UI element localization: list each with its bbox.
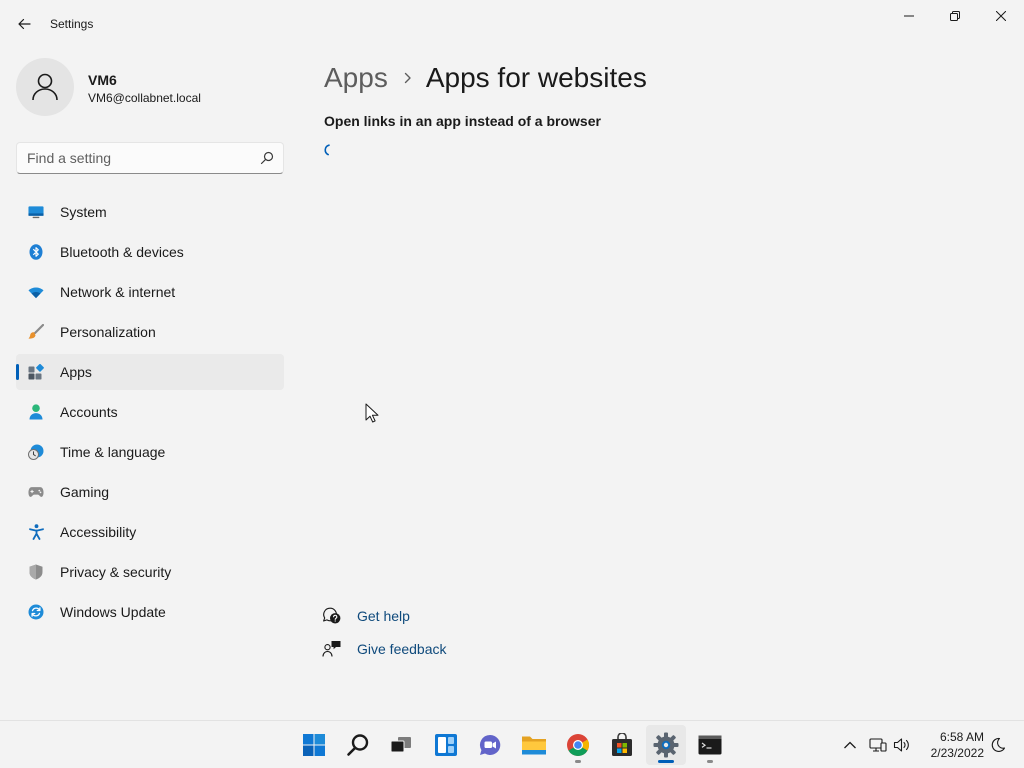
sidebar-item-label: Bluetooth & devices [60, 244, 184, 260]
taskbar-start-button[interactable] [294, 725, 334, 765]
show-hidden-icons-button[interactable] [838, 733, 862, 757]
widgets-icon [435, 734, 457, 756]
taskbar-search-button[interactable] [338, 725, 378, 765]
task-view-icon [390, 737, 411, 753]
sidebar-item-label: Accessibility [60, 524, 137, 540]
sidebar-item-apps[interactable]: Apps [16, 354, 284, 390]
sidebar-item-windows-update[interactable]: Windows Update [16, 594, 284, 630]
taskbar-settings-button[interactable] [646, 725, 686, 765]
sidebar-item-label: Network & internet [60, 284, 176, 300]
user-email: VM6@collabnet.local [88, 91, 201, 105]
volume-icon [893, 738, 909, 752]
get-help-label: Get help [357, 608, 410, 624]
minimize-icon [904, 15, 914, 17]
sidebar-item-label: Apps [60, 364, 92, 380]
sidebar-item-time-language[interactable]: Time & language [16, 434, 284, 470]
taskbar-widgets-button[interactable] [426, 725, 466, 765]
sidebar-item-personalization[interactable]: Personalization [16, 314, 284, 350]
search-box [16, 142, 284, 174]
back-button[interactable] [8, 10, 40, 38]
accounts-icon [28, 404, 44, 420]
taskbar-chat-button[interactable] [470, 725, 510, 765]
gear-icon [653, 732, 679, 758]
person-icon [32, 73, 58, 101]
apps-icon [28, 364, 44, 380]
taskbar: 6:58 AM 2/23/2022 [0, 720, 1024, 768]
help-icon [322, 607, 342, 625]
search-input[interactable] [17, 143, 253, 173]
sidebar-item-network[interactable]: Network & internet [16, 274, 284, 310]
chevron-up-icon [844, 741, 856, 749]
loading-spinner-icon [324, 144, 330, 156]
update-icon [28, 604, 44, 620]
section-subtitle: Open links in an app instead of a browse… [324, 113, 601, 129]
sidebar-item-system[interactable]: System [16, 194, 284, 230]
folder-icon [522, 736, 546, 755]
chat-icon [480, 734, 501, 755]
moon-icon [991, 737, 1006, 752]
running-indicator [575, 760, 581, 763]
close-icon [996, 11, 1006, 21]
clock-time: 6:58 AM [939, 730, 984, 744]
restore-button[interactable] [932, 0, 978, 32]
restore-icon [950, 11, 960, 21]
brush-icon [28, 324, 44, 340]
sidebar-item-label: Privacy & security [60, 564, 172, 580]
terminal-icon [698, 735, 722, 755]
network-icon [869, 738, 887, 752]
clock-globe-icon [28, 444, 44, 460]
sidebar-item-accounts[interactable]: Accounts [16, 394, 284, 430]
user-name: VM6 [88, 72, 117, 88]
bluetooth-icon [28, 244, 44, 260]
mouse-cursor-icon [365, 403, 379, 423]
window-title: Settings [50, 17, 94, 31]
network-status-button[interactable] [866, 733, 890, 757]
clock-date: 2/23/2022 [930, 746, 984, 760]
avatar [16, 58, 74, 116]
sidebar-item-label: Windows Update [60, 604, 166, 620]
volume-button[interactable] [890, 733, 914, 757]
sidebar-item-label: Accounts [60, 404, 118, 420]
give-feedback-label: Give feedback [357, 641, 447, 657]
system-icon [28, 204, 44, 220]
gamepad-icon [28, 484, 44, 500]
windows-start-icon [303, 734, 325, 756]
sidebar-item-privacy-security[interactable]: Privacy & security [16, 554, 284, 590]
sidebar-nav: System Bluetooth & devices Network & int… [16, 194, 284, 634]
search-icon [347, 734, 369, 756]
search-icon[interactable] [259, 150, 275, 166]
sidebar-item-label: Time & language [60, 444, 166, 460]
sidebar-item-label: System [60, 204, 107, 220]
sidebar-item-gaming[interactable]: Gaming [16, 474, 284, 510]
sidebar-item-accessibility[interactable]: Accessibility [16, 514, 284, 550]
breadcrumb-apps-link[interactable]: Apps [324, 62, 388, 94]
taskbar-terminal-button[interactable] [690, 725, 730, 765]
sidebar-item-label: Personalization [60, 324, 156, 340]
breadcrumb: Apps Apps for websites [324, 58, 647, 98]
chevron-right-icon [404, 72, 412, 84]
taskbar-clock[interactable]: 6:58 AM 2/23/2022 [920, 729, 984, 761]
close-button[interactable] [978, 0, 1024, 32]
sidebar-item-bluetooth[interactable]: Bluetooth & devices [16, 234, 284, 270]
chrome-icon [567, 734, 589, 756]
store-icon [612, 733, 632, 756]
wifi-icon [28, 284, 44, 300]
taskbar-chrome-button[interactable] [558, 725, 598, 765]
minimize-button[interactable] [886, 0, 932, 32]
running-indicator [658, 760, 674, 763]
sidebar-item-label: Gaming [60, 484, 110, 500]
page-title: Apps for websites [425, 62, 647, 93]
taskbar-file-explorer-button[interactable] [514, 725, 554, 765]
user-account-card[interactable]: VM6 VM6@collabnet.local [16, 56, 286, 120]
title-bar: Settings [0, 0, 1024, 48]
shield-icon [28, 564, 44, 580]
taskbar-store-button[interactable] [602, 725, 642, 765]
feedback-icon [322, 640, 342, 658]
accessibility-icon [28, 524, 44, 540]
running-indicator [707, 760, 713, 763]
taskbar-task-view-button[interactable] [381, 725, 421, 765]
arrow-left-icon [18, 18, 31, 30]
focus-assist-button[interactable] [986, 733, 1010, 757]
